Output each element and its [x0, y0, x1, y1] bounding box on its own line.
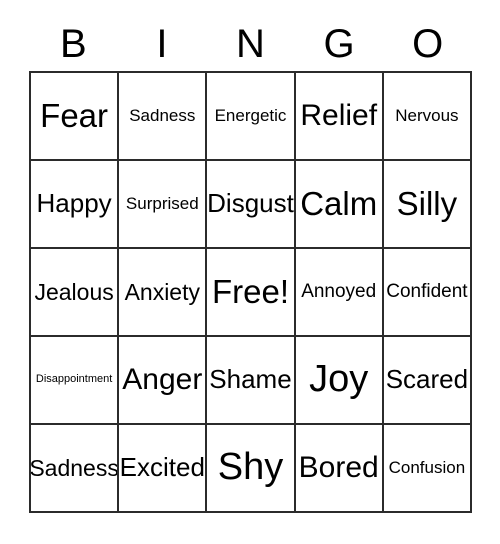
bingo-cell[interactable]: Joy: [295, 337, 384, 425]
bingo-cell[interactable]: Happy: [31, 161, 120, 249]
bingo-card: B I N G O Fear Sadness Energetic Relief …: [0, 0, 500, 544]
bingo-cell[interactable]: Calm: [295, 161, 384, 249]
bingo-cell[interactable]: Silly: [383, 161, 472, 249]
bingo-cell-label: Happy: [36, 188, 112, 219]
bingo-cell[interactable]: Shy: [207, 425, 296, 513]
bingo-cell[interactable]: Surprised: [119, 161, 208, 249]
bingo-cell[interactable]: Confident: [383, 249, 472, 337]
bingo-cell-label: Excited: [119, 452, 205, 483]
bingo-cell[interactable]: Excited: [119, 425, 208, 513]
bingo-cell-label: Annoyed: [301, 281, 377, 303]
bingo-cell-label: Sadness: [31, 454, 119, 481]
bingo-cell-label: Sadness: [129, 106, 196, 126]
bingo-cell[interactable]: Shame: [207, 337, 296, 425]
bingo-cell-free[interactable]: Free!: [207, 249, 296, 337]
bingo-cell-label: Surprised: [125, 194, 199, 214]
bingo-cell-label: Anger: [122, 363, 203, 397]
bingo-cell[interactable]: Disappointment: [31, 337, 120, 425]
bingo-cell[interactable]: Fear: [31, 73, 120, 161]
header-letter-b: B: [59, 21, 87, 66]
bingo-cell[interactable]: Jealous: [31, 249, 120, 337]
bingo-cell-label: Disappointment: [35, 373, 113, 386]
bingo-cell-label: Confident: [386, 281, 468, 303]
bingo-cell-label: Scared: [385, 364, 469, 395]
bingo-cell[interactable]: Anger: [119, 337, 208, 425]
bingo-cell-label: Bored: [298, 451, 379, 485]
header-letter-n: N: [236, 21, 265, 66]
bingo-cell[interactable]: Disgust: [207, 161, 296, 249]
bingo-cell-label: Anxiety: [124, 278, 200, 305]
bingo-header-row: B I N G O: [29, 16, 472, 71]
bingo-cell[interactable]: Sadness: [119, 73, 208, 161]
header-letter-g: G: [323, 21, 355, 66]
bingo-cell[interactable]: Bored: [295, 425, 384, 513]
bingo-cell-label: Free!: [211, 272, 289, 310]
header-letter-i: I: [156, 21, 168, 66]
bingo-cell[interactable]: Sadness: [31, 425, 120, 513]
bingo-cell[interactable]: Annoyed: [295, 249, 384, 337]
bingo-cell[interactable]: Scared: [383, 337, 472, 425]
header-letter-o: O: [412, 21, 444, 66]
bingo-cell-label: Silly: [396, 184, 458, 222]
bingo-cell-label: Fear: [40, 96, 109, 134]
bingo-cell-label: Calm: [300, 184, 378, 222]
bingo-cell-label: Nervous: [395, 106, 459, 126]
bingo-cell[interactable]: Anxiety: [119, 249, 208, 337]
bingo-cell-label: Confusion: [388, 458, 466, 478]
bingo-grid: Fear Sadness Energetic Relief Nervous Ha…: [29, 71, 472, 513]
bingo-cell[interactable]: Energetic: [207, 73, 296, 161]
bingo-cell-label: Shame: [209, 364, 292, 395]
bingo-cell-label: Jealous: [34, 278, 114, 305]
bingo-cell-label: Disgust: [207, 188, 294, 219]
bingo-cell[interactable]: Confusion: [383, 425, 472, 513]
bingo-cell-label: Shy: [217, 446, 284, 489]
bingo-cell[interactable]: Relief: [295, 73, 384, 161]
bingo-cell[interactable]: Nervous: [383, 73, 472, 161]
bingo-cell-label: Energetic: [214, 106, 287, 126]
bingo-cell-label: Relief: [300, 99, 378, 133]
bingo-cell-label: Joy: [309, 358, 369, 401]
